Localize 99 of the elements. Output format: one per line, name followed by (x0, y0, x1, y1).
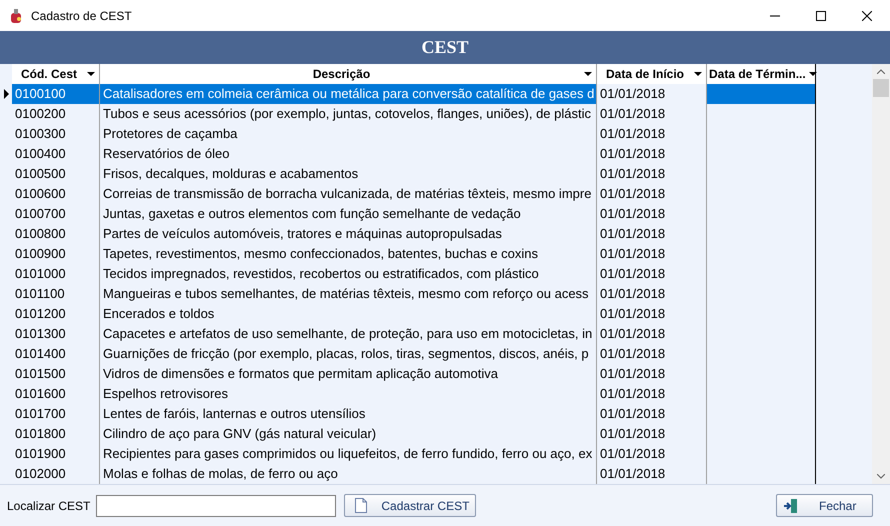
table-cell: Partes de veículos automóveis, tratores e máquinas autopropulsadas (100, 224, 597, 244)
sort-arrow-icon[interactable] (808, 72, 817, 76)
search-label: Localizar CEST (7, 498, 90, 514)
header-title: CEST (421, 36, 469, 59)
table-cell: Cilindro de aço para GNV (gás natural veicular) (100, 424, 597, 444)
table-cell: Lentes de faróis, lanternas e outros utensílios (100, 404, 597, 424)
window-title: Cadastro de CEST (31, 8, 132, 24)
table-cell: 0100300 (12, 124, 100, 144)
table-cell: 0100100 (12, 84, 100, 104)
table-cell: 01/01/2018 (597, 204, 707, 224)
table-cell: Reservatórios de óleo (100, 144, 597, 164)
table-row[interactable]: 0100800 Partes de veículos automóveis, tratores e máquinas autopropulsadas 01/01/2018 (0, 224, 816, 244)
table-cell: Mangueiras e tubos semelhantes, de matérias têxteis, mesmo com reforço ou acess (100, 284, 597, 304)
scroll-down-icon[interactable] (877, 474, 885, 479)
table-cell: 01/01/2018 (597, 264, 707, 284)
table-cell: Guarnições de fricção (por exemplo, placas, rolos, tiras, segmentos, discos, anéis, p (100, 344, 597, 364)
table-cell: Frisos, decalques, molduras e acabamentos (100, 164, 597, 184)
table-cell: Vidros de dimensões e formatos que permitam aplicação automotiva (100, 364, 597, 384)
column-header[interactable]: Descrição (100, 64, 597, 84)
table-row[interactable]: 0100900 Tapetes, revestimentos, mesmo confeccionados, batentes, buchas e coxins 01/01/2018 (0, 244, 816, 264)
sort-arrow-icon[interactable] (584, 72, 592, 76)
close-button[interactable]: Fechar (776, 494, 873, 517)
table-cell: 01/01/2018 (597, 144, 707, 164)
register-button[interactable]: Cadastrar CEST (344, 494, 476, 517)
sort-arrow-icon[interactable] (87, 72, 95, 76)
table-cell: 0100600 (12, 184, 100, 204)
table-row[interactable]: 0100500 Frisos, decalques, molduras e acabamentos 01/01/2018 (0, 164, 816, 184)
table-cell: 0100700 (12, 204, 100, 224)
close-icon[interactable] (862, 10, 872, 20)
search-field[interactable] (96, 494, 336, 516)
table-row[interactable]: 0100700 Juntas, gaxetas e outros elementos com função semelhante de vedação 01/01/2018 (0, 204, 816, 224)
table-cell: 01/01/2018 (597, 184, 707, 204)
table-row[interactable]: 0101500 Vidros de dimensões e formatos que permitam aplicação automotiva 01/01/2018 (0, 364, 816, 384)
scroll-thumb[interactable] (873, 79, 889, 97)
table-row[interactable]: 0101600 Espelhos retrovisores 01/01/2018 (0, 384, 816, 404)
table-cell: 0101600 (12, 384, 100, 404)
table-cell: Juntas, gaxetas e outros elementos com função semelhante de vedação (100, 204, 597, 224)
exit-door-icon (783, 498, 799, 514)
table-cell: 0101400 (12, 344, 100, 364)
table-cell: 01/01/2018 (597, 244, 707, 264)
table-row[interactable]: 0101400 Guarnições de fricção (por exemplo, placas, rolos, tiras, segmentos, discos, anéis, p 01/01/2018 (0, 344, 816, 364)
table-cell: 01/01/2018 (597, 404, 707, 424)
column-header[interactable]: Data de Início (597, 64, 707, 84)
table-row[interactable]: 0101800 Cilindro de aço para GNV (gás natural veicular) 01/01/2018 (0, 424, 816, 444)
table-cell: 01/01/2018 (597, 384, 707, 404)
table-cell: 01/01/2018 (597, 324, 707, 344)
table-row[interactable]: 0101900 Recipientes para gases comprimidos ou liquefeitos, de ferro fundido, ferro ou aço, ex 01/01/2018 (0, 444, 816, 464)
table-cell: Tapetes, revestimentos, mesmo confeccionados, batentes, buchas e coxins (100, 244, 597, 264)
table-cell: 0100900 (12, 244, 100, 264)
table-cell: 0100800 (12, 224, 100, 244)
table-cell: 01/01/2018 (597, 284, 707, 304)
table-cell: 0101100 (12, 284, 100, 304)
table-cell: 0101700 (12, 404, 100, 424)
table-cell: Tecidos impregnados, revestidos, recobertos ou estratificados, com plástico (100, 264, 597, 284)
table-cell: 01/01/2018 (597, 304, 707, 324)
document-icon (355, 498, 368, 513)
table-row[interactable]: 0101700 Lentes de faróis, lanternas e outros utensílios 01/01/2018 (0, 404, 816, 424)
table-cell: 0101200 (12, 304, 100, 324)
table-row[interactable]: 0100100 Catalisadores em colmeia cerâmica ou metálica para conversão catalítica de gases d 01/01/2018 (0, 84, 816, 104)
maximize-icon[interactable] (816, 10, 826, 20)
table-row[interactable]: 0101200 Encerados e toldos 01/01/2018 (0, 304, 816, 324)
table-cell: 0100500 (12, 164, 100, 184)
table-cell: 01/01/2018 (597, 344, 707, 364)
table-row[interactable]: 0100400 Reservatórios de óleo 01/01/2018 (0, 144, 816, 164)
table-cell: 0101800 (12, 424, 100, 444)
table-cell: 01/01/2018 (597, 364, 707, 384)
scroll-up-icon[interactable] (877, 69, 885, 74)
scrollbar[interactable] (872, 64, 890, 484)
table-cell: Tubos e seus acessórios (por exemplo, juntas, cotovelos, flanges, uniões), de plástic (100, 104, 597, 124)
table-cell: 0101000 (12, 264, 100, 284)
table-cell: 0100400 (12, 144, 100, 164)
sort-arrow-icon[interactable] (694, 72, 702, 76)
column-header[interactable]: Data de Términ... (707, 64, 816, 84)
table-cell: Protetores de caçamba (100, 124, 597, 144)
table-row[interactable]: 0100200 Tubos e seus acessórios (por exemplo, juntas, cotovelos, flanges, uniões), de plástic 01/01/2018 (0, 104, 816, 124)
table-cell: 0101500 (12, 364, 100, 384)
table-cell: Correias de transmissão de borracha vulcanizada, de matérias têxteis, mesmo impre (100, 184, 597, 204)
table-cell: 01/01/2018 (597, 104, 707, 124)
table-cell: 01/01/2018 (597, 444, 707, 464)
table-row[interactable]: 0101100 Mangueiras e tubos semelhantes, de matérias têxteis, mesmo com reforço ou acess 01/01/2018 (0, 284, 816, 304)
table-cell: Catalisadores em colmeia cerâmica ou metálica para conversão catalítica de gases d (100, 84, 597, 104)
row-pointer-icon (4, 89, 8, 99)
table-row[interactable]: 0100600 Correias de transmissão de borracha vulcanizada, de matérias têxteis, mesmo impre 01/01/2018 (0, 184, 816, 204)
table-cell: 01/01/2018 (597, 224, 707, 244)
table-cell: 01/01/2018 (597, 424, 707, 444)
column-header[interactable]: Cód. Cest (12, 64, 100, 84)
app-icon (8, 8, 24, 24)
table-row[interactable]: 0101000 Tecidos impregnados, revestidos, recobertos ou estratificados, com plástico 01/01/2018 (0, 264, 816, 284)
table-cell: Espelhos retrovisores (100, 384, 597, 404)
table-cell: 0101900 (12, 444, 100, 464)
table-cell: 0101300 (12, 324, 100, 344)
table-row[interactable]: 0101300 Capacetes e artefatos de uso semelhante, de proteção, para uso em motocicletas, in 01/01/2018 (0, 324, 816, 344)
table-cell: Encerados e toldos (100, 304, 597, 324)
table-cell: 01/01/2018 (597, 164, 707, 184)
table-cell: Recipientes para gases comprimidos ou liquefeitos, de ferro fundido, ferro ou aço, ex (100, 444, 597, 464)
table-cell: Capacetes e artefatos de uso semelhante, de proteção, para uso em motocicletas, in (100, 324, 597, 344)
table-cell: 01/01/2018 (597, 124, 707, 144)
table-cell: 0100200 (12, 104, 100, 124)
table-row[interactable]: 0100300 Protetores de caçamba 01/01/2018 (0, 124, 816, 144)
